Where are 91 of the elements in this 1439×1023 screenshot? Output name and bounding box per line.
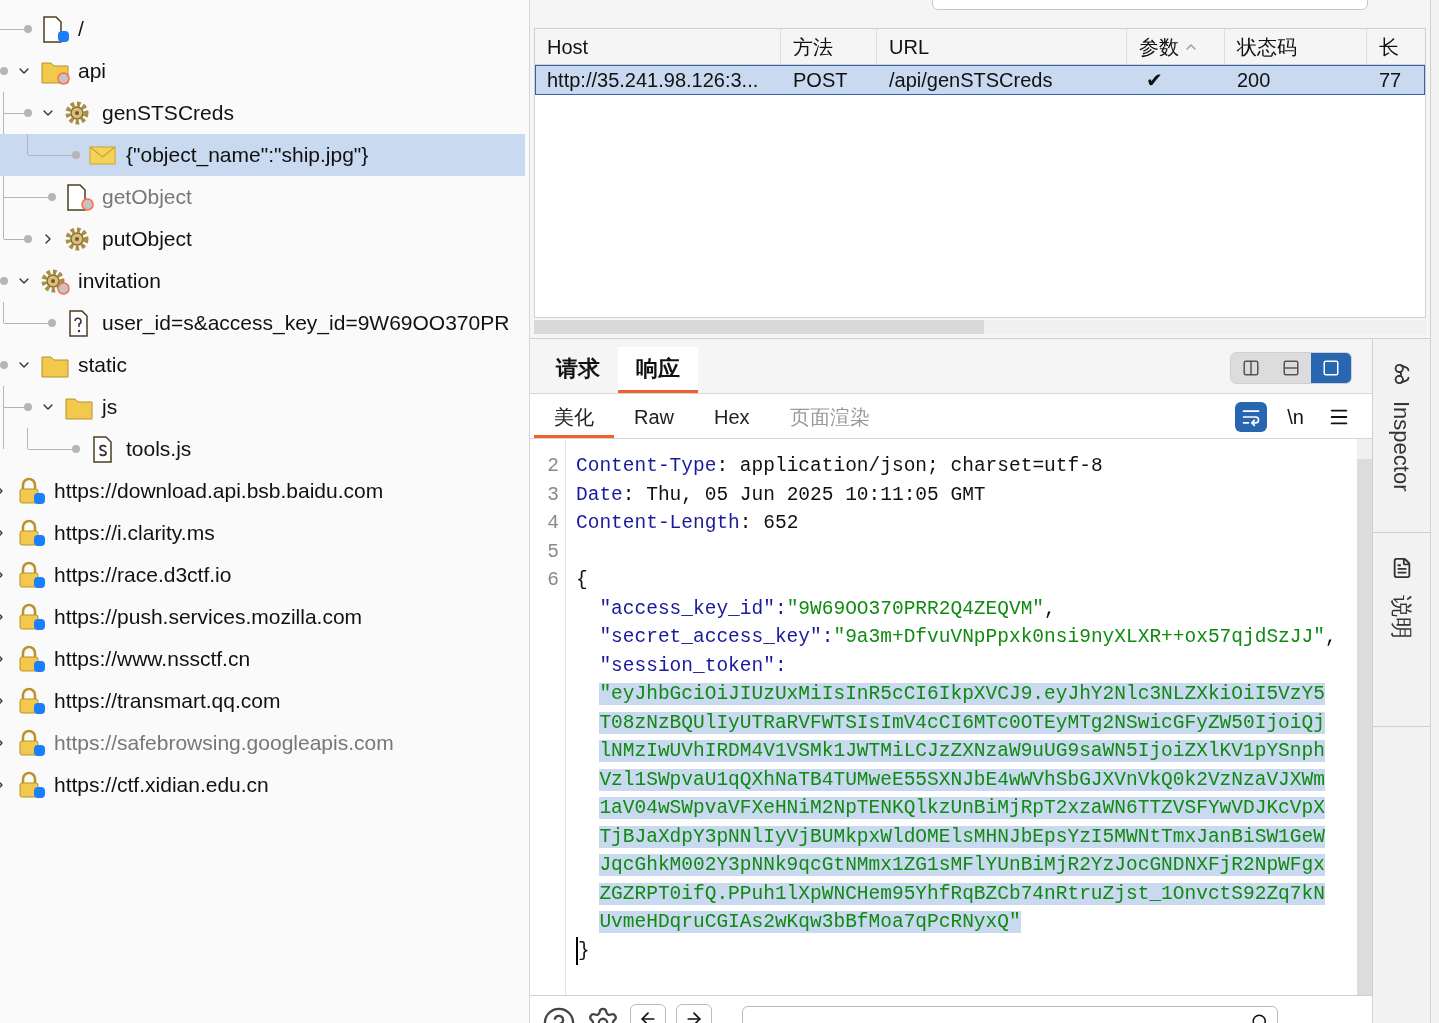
padlock-icon <box>16 519 46 547</box>
table-cell-text: http://35.241.98.126:3... <box>546 68 760 93</box>
tree-row[interactable]: https://transmart.qq.com <box>0 680 525 722</box>
tree-row[interactable]: invitation <box>0 260 525 302</box>
json-entry: "secret_access_key":"9a3m+DfvuVNpPpxk0nsi9nyXLXR++ox57qjdSzJJ", <box>598 625 1338 650</box>
split-columns-icon <box>1242 359 1260 377</box>
tree-row[interactable]: / <box>0 8 525 50</box>
layout-toggle[interactable] <box>1311 353 1351 383</box>
tree-row[interactable]: {"object_name":"ship.jpg"} <box>0 134 525 176</box>
document-icon <box>64 183 94 211</box>
column-header[interactable]: 方法 <box>781 29 877 64</box>
tree-label: js <box>102 394 118 421</box>
tree-row[interactable]: api <box>0 50 525 92</box>
tree-row[interactable]: js <box>0 386 525 428</box>
padlock-icon <box>16 729 46 757</box>
tree-row[interactable]: putObject <box>0 218 525 260</box>
newline-toggle[interactable]: \n <box>1283 402 1308 432</box>
tree-label: https://push.services.mozilla.com <box>54 604 363 631</box>
tree-row[interactable]: genSTSCreds <box>0 92 525 134</box>
line-number: 2 <box>546 454 559 479</box>
single-pane-icon <box>1322 359 1340 377</box>
tree-label: https://i.clarity.ms <box>54 520 215 547</box>
tree-row[interactable]: https://safebrowsing.googleapis.com <box>0 722 525 764</box>
wrap-icon <box>1241 407 1262 427</box>
tree-label: invitation <box>78 268 161 295</box>
table-cell-text: POST <box>792 68 849 93</box>
view-tab[interactable]: 美化 <box>534 398 614 438</box>
tree-label: {"object_name":"ship.jpg"} <box>126 142 369 169</box>
column-header[interactable]: Host <box>535 29 781 64</box>
json-brace: } <box>576 936 590 965</box>
padlock-icon <box>16 603 46 631</box>
tree-label: https://transmart.qq.com <box>54 688 281 715</box>
column-header[interactable]: 长 <box>1367 29 1425 64</box>
tree-label: https://ctf.xidian.edu.cn <box>54 772 269 799</box>
tree-row[interactable]: https://push.services.mozilla.com <box>0 596 525 638</box>
tree-row[interactable]: static <box>0 344 525 386</box>
tree-label: https://race.d3ctf.io <box>54 562 232 589</box>
tree-label: https://safebrowsing.googleapis.com <box>54 730 394 757</box>
tree-row[interactable]: https://download.api.bsb.baidu.com <box>0 470 525 512</box>
tree-row[interactable]: https://race.d3ctf.io <box>0 554 525 596</box>
tree-row[interactable]: tools.js <box>0 428 525 470</box>
header-line: Content-Length: 652 <box>576 511 800 536</box>
line-number: 3 <box>546 482 559 508</box>
layout-toggle[interactable] <box>1271 353 1311 383</box>
table-cell-text: 200 <box>1236 68 1272 93</box>
tree-label: api <box>78 58 107 85</box>
column-header[interactable]: 参数 <box>1127 29 1225 64</box>
table-row[interactable]: http://35.241.98.126:3... POST /api/genSTSCreds ✔ 200 77 <box>535 65 1425 95</box>
padlock-icon <box>16 687 46 715</box>
table-cell-text: 77 <box>1378 68 1403 93</box>
tree-label: https://www.nssctf.cn <box>54 646 251 673</box>
padlock-icon <box>16 771 46 799</box>
header-line: Date: Thu, 05 Jun 2025 10:11:05 GMT <box>576 482 987 508</box>
word-wrap-toggle[interactable] <box>1235 402 1268 432</box>
padlock-icon <box>16 645 46 673</box>
table-cell-text: /api/genSTSCreds <box>888 68 1054 93</box>
scrollbar-thumb[interactable] <box>534 320 984 334</box>
message-tab[interactable]: 响应 <box>618 347 698 393</box>
column-header[interactable]: 状态码 <box>1225 29 1367 64</box>
tree-row[interactable]: https://i.clarity.ms <box>0 512 525 554</box>
view-tab[interactable]: Raw <box>614 398 694 438</box>
tree-label: putObject <box>102 226 192 253</box>
column-header[interactable]: URL <box>877 29 1127 64</box>
line-number: 6 <box>546 568 559 593</box>
json-brace: { <box>576 568 588 593</box>
tree-row[interactable]: user_id=s&access_key_id=9W69OO370PR <box>0 302 525 344</box>
tree-row[interactable]: https://www.nssctf.cn <box>0 638 525 680</box>
tree-label: https://download.api.bsb.baidu.com <box>54 478 384 505</box>
tree-label: static <box>78 352 127 379</box>
split-rows-icon <box>1282 359 1300 377</box>
document-icon <box>40 15 70 43</box>
layout-toggle[interactable] <box>1231 353 1271 383</box>
tree-row[interactable]: getObject <box>0 176 525 218</box>
tree-label: user_id=s&access_key_id=9W69OO370PR <box>102 310 510 337</box>
tree-label: tools.js <box>126 436 192 463</box>
gear-icon <box>40 267 70 295</box>
padlock-icon <box>16 561 46 589</box>
message-tab[interactable]: 请求 <box>538 347 618 393</box>
tree-label: / <box>78 16 84 43</box>
tree-label: getObject <box>102 184 192 211</box>
header-line: Content-Type: application/json; charset=utf-8 <box>576 454 1104 479</box>
view-tab[interactable]: Hex <box>694 398 770 438</box>
line-number: 5 <box>546 539 559 565</box>
line-number: 4 <box>546 511 559 536</box>
tree-row[interactable]: https://ctf.xidian.edu.cn <box>0 764 525 806</box>
scrollbar-thumb[interactable] <box>1357 459 1372 995</box>
table-cell-text: ✔ <box>1145 68 1164 93</box>
tree-label: genSTSCreds <box>102 100 234 127</box>
padlock-icon <box>16 477 46 505</box>
json-entry: "access_key_id":"9W69OO370PRR2Q4ZEQVM", <box>598 596 1057 622</box>
json-entry: "session_token": "eyJhbGciOiJIUzUxMiIsInR5cCI6IkpXVCJ9.eyJhY2Nlc3NLZXkiOiI5VzY5T08zNzBQUlIyUTRaRVFWTSIsImV4cCI6MTc0OTEyMTg2NSwicGFyZW50IjoiQjlNMzIwUVhIRDM4V1VSMk1JWTMiLCJzZXNzaW9uUG9saWN5IjoiZXlKV1pYSnphVzl1SWpvaU1qQXhNaTB4TUMweE55SXNJbE4wWVhSbGJXVnVkQ0k2VzNzaVJXWm1aV04wSWpvaVFXeHNiM2NpTENKQlkzUnBiMjRpT2xzaWN6TTZVSFYwVDJKcVpXTjBJaXdpY3pNNlIyVjBUMkpxWldOMElsMHNJbEpsYzI5MWNtTmxJanBiSW1GeWJqcGhkM002Y3pNNk9qcGtNMmx1ZG1sMFlYUnBiMjR2YzJocGNDNXFjR2NpWFgxZGZRPT0ifQ.PPuh1lXpWNCHem95YhfRqBZCb74nRtruZjst_1OnvctS92Zq7kNUvmeHDqruCGIAs2wKqw3bBfMoa7qPcRNyxQ" <box>598 653 1326 935</box>
